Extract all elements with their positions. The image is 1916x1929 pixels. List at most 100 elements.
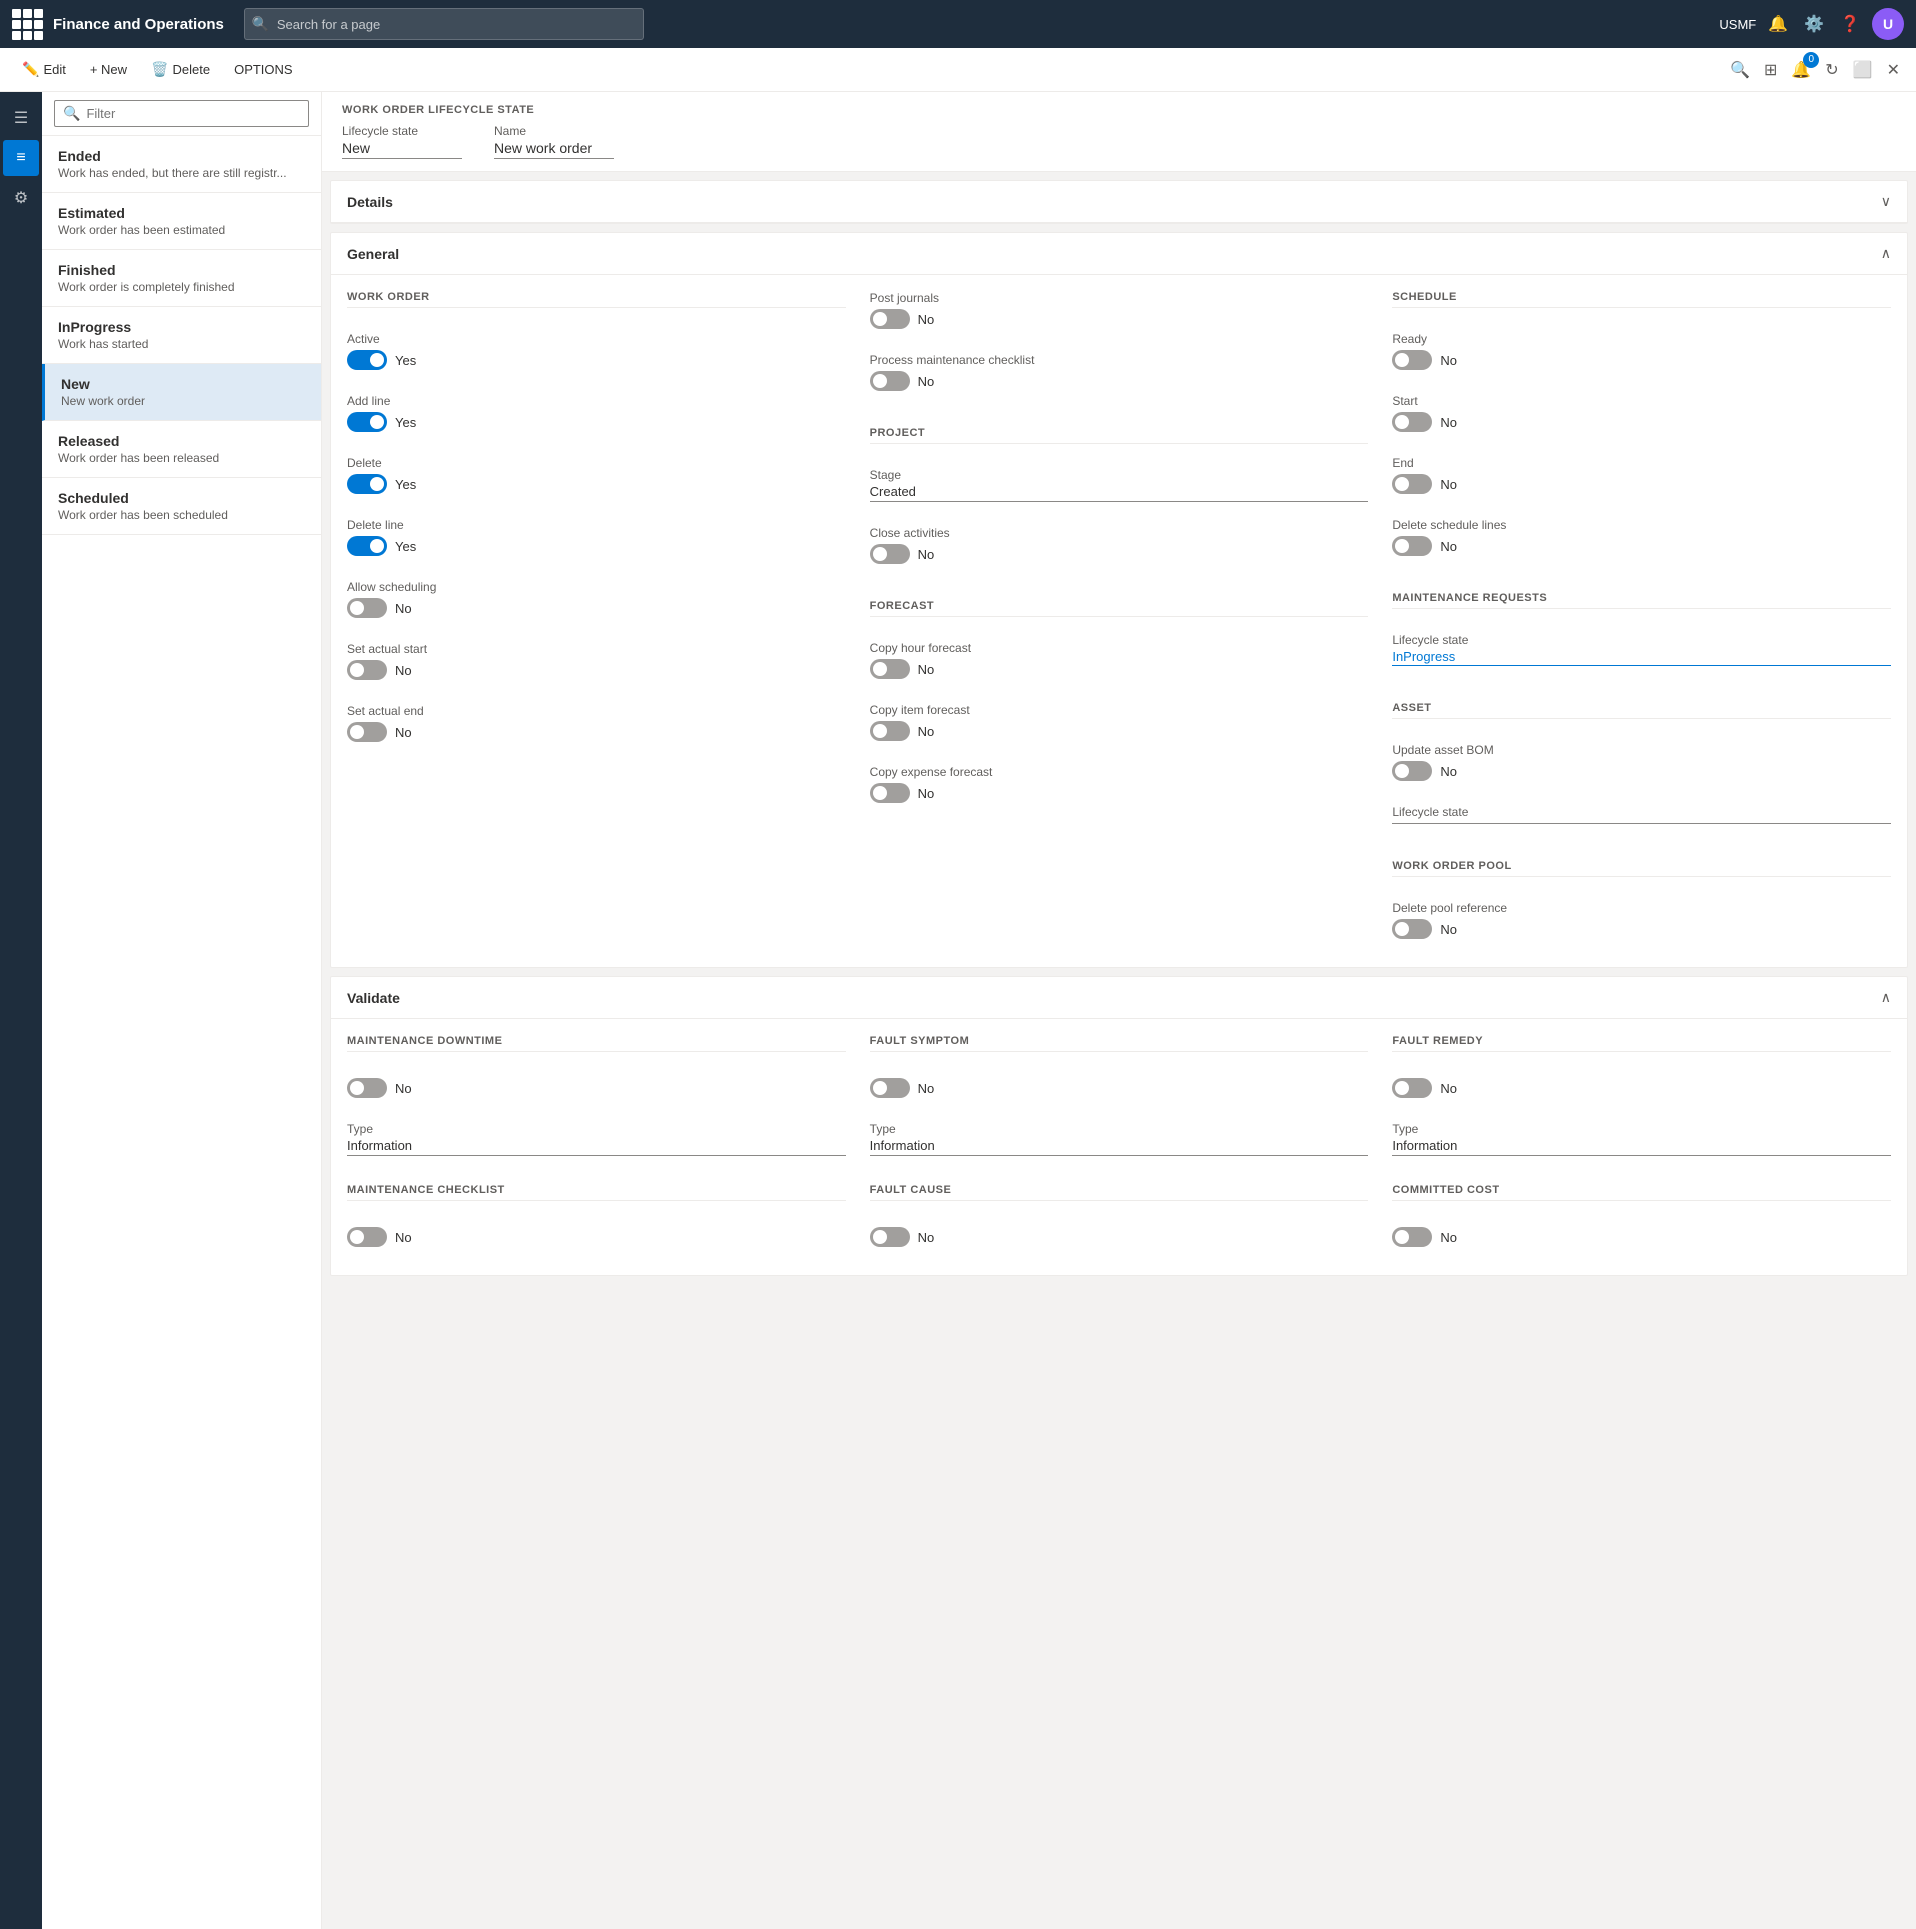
delete-toggle[interactable] — [347, 474, 387, 494]
delete-button[interactable]: 🗑️ Delete — [141, 55, 220, 84]
sidebar-item-ended[interactable]: Ended Work has ended, but there are stil… — [42, 136, 321, 193]
notification-bell-button[interactable]: 🔔 — [1764, 10, 1792, 38]
checklist-enabled-toggle[interactable] — [347, 1227, 387, 1247]
notif-badge-wrapper: 🔔 0 — [1787, 56, 1815, 84]
details-section-header[interactable]: Details ∨ — [331, 181, 1907, 223]
close-activities-toggle[interactable] — [870, 544, 910, 564]
post-journals-toggle[interactable] — [870, 309, 910, 329]
fault-cause-group: FAULT CAUSE No — [870, 1184, 1369, 1259]
downtime-enabled-toggle-container: No — [347, 1078, 846, 1098]
stage-label: Stage — [870, 468, 1369, 482]
copy-hour-toggle[interactable] — [870, 659, 910, 679]
filter-search-icon: 🔍 — [63, 105, 80, 122]
delete-line-toggle[interactable] — [347, 536, 387, 556]
filter-input[interactable] — [86, 106, 300, 121]
set-actual-end-toggle[interactable] — [347, 722, 387, 742]
add-line-toggle-container: Yes — [347, 412, 846, 432]
active-toggle[interactable] — [347, 350, 387, 370]
fault-remedy-enabled-toggle[interactable] — [1392, 1078, 1432, 1098]
close-button[interactable]: ✕ — [1883, 56, 1904, 84]
downtime-enabled-toggle[interactable] — [347, 1078, 387, 1098]
close-activities-toggle-row: Close activities No — [870, 526, 1369, 564]
copy-item-toggle[interactable] — [870, 721, 910, 741]
edit-button[interactable]: ✏️ Edit — [12, 55, 76, 84]
allow-scheduling-value: No — [395, 601, 412, 616]
downtime-type-field: Type Information — [347, 1122, 846, 1156]
sidebar-item-name-ended: Ended — [58, 148, 305, 164]
hamburger-menu-button[interactable]: ☰ — [3, 100, 39, 136]
end-toggle[interactable] — [1392, 474, 1432, 494]
right-field-group: SCHEDULE Ready No Start — [1392, 291, 1891, 951]
sidebar-item-released[interactable]: Released Work order has been released — [42, 421, 321, 478]
add-line-label: Add line — [347, 394, 846, 408]
maintenance-downtime-title: MAINTENANCE DOWNTIME — [347, 1035, 846, 1052]
copy-expense-toggle[interactable] — [870, 783, 910, 803]
set-actual-start-toggle[interactable] — [347, 660, 387, 680]
fault-symptom-group: FAULT SYMPTOM No Type Information — [870, 1035, 1369, 1168]
copy-hour-value: No — [918, 662, 935, 677]
fault-remedy-enabled-toggle-row: No — [1392, 1076, 1891, 1098]
start-toggle-container: No — [1392, 412, 1891, 432]
fault-symptom-enabled-toggle-container: No — [870, 1078, 1369, 1098]
app-grid-icon[interactable] — [12, 9, 43, 40]
maintenance-requests-subsection-title: MAINTENANCE REQUESTS — [1392, 592, 1891, 609]
allow-scheduling-toggle-row: Allow scheduling No — [347, 580, 846, 618]
general-section-header[interactable]: General ∧ — [331, 233, 1907, 275]
maximize-button[interactable]: ⬜ — [1849, 56, 1877, 84]
name-label: Name — [494, 124, 614, 138]
ready-value: No — [1440, 353, 1457, 368]
help-button[interactable]: ❓ — [1836, 10, 1864, 38]
process-maintenance-toggle-container: No — [870, 371, 1369, 391]
maintenance-lifecycle-value[interactable]: InProgress — [1392, 649, 1891, 666]
sidebar-item-new[interactable]: New New work order — [42, 364, 321, 421]
committed-cost-enabled-toggle-container: No — [1392, 1227, 1891, 1247]
fault-symptom-type-label: Type — [870, 1122, 1369, 1136]
delete-schedule-toggle[interactable] — [1392, 536, 1432, 556]
sidebar-item-estimated[interactable]: Estimated Work order has been estimated — [42, 193, 321, 250]
delete-schedule-value: No — [1440, 539, 1457, 554]
add-line-toggle[interactable] — [347, 412, 387, 432]
committed-cost-enabled-toggle[interactable] — [1392, 1227, 1432, 1247]
update-asset-bom-toggle[interactable] — [1392, 761, 1432, 781]
grid-view-button[interactable]: ⊞ — [1760, 56, 1781, 84]
fault-cause-enabled-toggle[interactable] — [870, 1227, 910, 1247]
copy-expense-toggle-row: Copy expense forecast No — [870, 765, 1369, 803]
lifecycle-state-value: New — [342, 140, 462, 159]
sidebar-item-scheduled[interactable]: Scheduled Work order has been scheduled — [42, 478, 321, 535]
delete-schedule-label: Delete schedule lines — [1392, 518, 1891, 532]
allow-scheduling-toggle-container: No — [347, 598, 846, 618]
delete-toggle-row: Delete Yes — [347, 456, 846, 494]
sidebar-item-name-released: Released — [58, 433, 305, 449]
filter-icon-button[interactable]: ⚙ — [3, 180, 39, 216]
fault-symptom-enabled-toggle[interactable] — [870, 1078, 910, 1098]
checklist-enabled-value: No — [395, 1230, 412, 1245]
asset-subsection-title: ASSET — [1392, 702, 1891, 719]
sidebar-item-finished[interactable]: Finished Work order is completely finish… — [42, 250, 321, 307]
delete-pool-toggle[interactable] — [1392, 919, 1432, 939]
search-cmd-button[interactable]: 🔍 — [1726, 56, 1754, 84]
start-toggle[interactable] — [1392, 412, 1432, 432]
validate-chevron-icon: ∧ — [1881, 989, 1891, 1006]
set-actual-start-toggle-container: No — [347, 660, 846, 680]
stage-field: Stage Created — [870, 468, 1369, 502]
validate-section-header[interactable]: Validate ∧ — [331, 977, 1907, 1019]
delete-toggle-container: Yes — [347, 474, 846, 494]
allow-scheduling-toggle[interactable] — [347, 598, 387, 618]
sidebar-item-inprogress[interactable]: InProgress Work has started — [42, 307, 321, 364]
general-section-body: WORK ORDER Active Yes Add line — [331, 275, 1907, 967]
new-button[interactable]: + New — [80, 56, 137, 83]
add-line-value: Yes — [395, 415, 416, 430]
settings-gear-button[interactable]: ⚙️ — [1800, 10, 1828, 38]
process-maintenance-toggle[interactable] — [870, 371, 910, 391]
active-toggle-container: Yes — [347, 350, 846, 370]
refresh-button[interactable]: ↻ — [1821, 56, 1842, 84]
checklist-enabled-toggle-container: No — [347, 1227, 846, 1247]
fault-remedy-title: FAULT REMEDY — [1392, 1035, 1891, 1052]
options-button[interactable]: OPTIONS — [224, 56, 303, 83]
search-input[interactable] — [244, 8, 644, 40]
copy-hour-label: Copy hour forecast — [870, 641, 1369, 655]
list-view-icon-button[interactable]: ≡ — [3, 140, 39, 176]
ready-toggle[interactable] — [1392, 350, 1432, 370]
details-chevron-icon: ∨ — [1881, 193, 1891, 210]
avatar[interactable]: U — [1872, 8, 1904, 40]
